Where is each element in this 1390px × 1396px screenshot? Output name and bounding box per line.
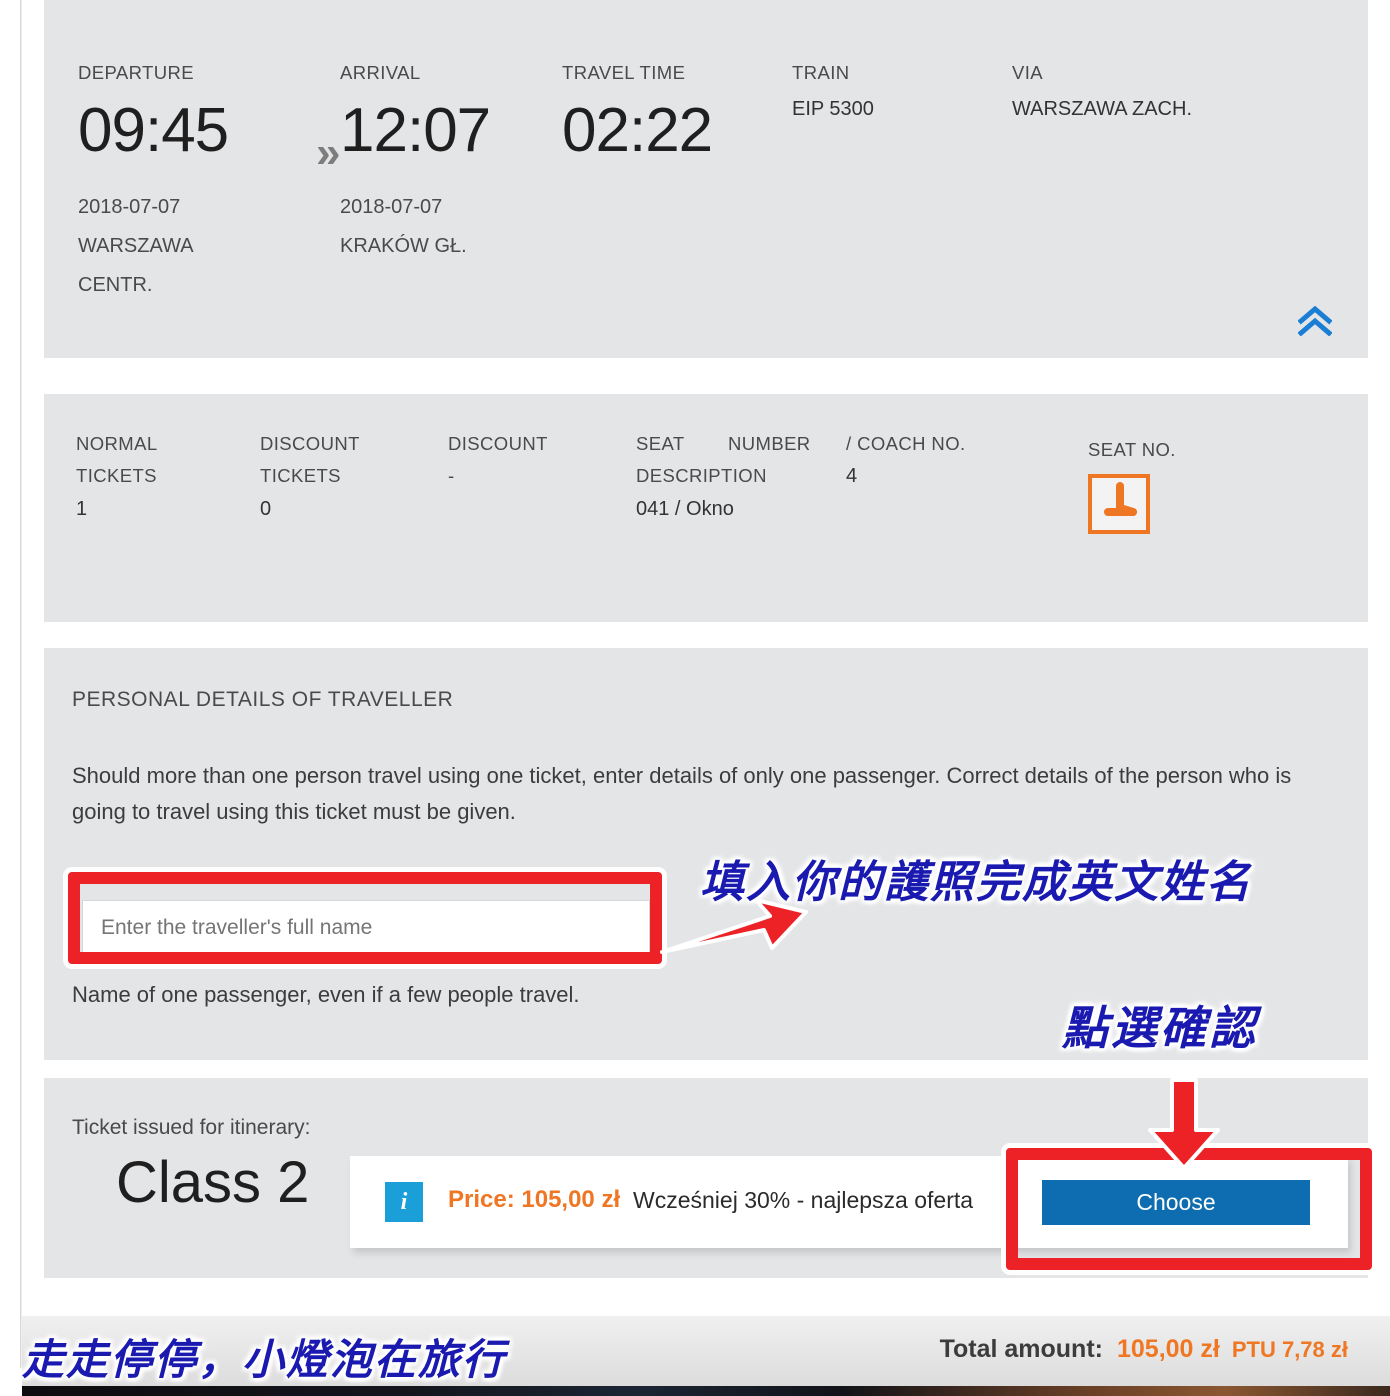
watermark-text: 走走停停，小燈泡在旅行	[22, 1335, 507, 1384]
personal-details-description: Should more than one person travel using…	[72, 763, 1292, 824]
travel-time-column: TRAVEL TIME 02:22	[562, 62, 782, 162]
arrow-down-icon	[1138, 1078, 1230, 1170]
travel-class: Class 2	[116, 1150, 310, 1215]
discount-tickets-label-2: TICKETS	[260, 465, 341, 486]
personal-details-title: PERSONAL DETAILS OF TRAVELLER	[72, 688, 454, 711]
normal-tickets-value: 1	[76, 498, 88, 520]
train-label: TRAIN	[792, 62, 850, 83]
via-column: VIA WARSZAWA ZACH.	[1012, 62, 1332, 121]
departure-date: 2018-07-07	[78, 196, 181, 218]
coach-label: / COACH NO.	[846, 433, 966, 454]
discount-label: DISCOUNT	[448, 433, 548, 454]
departure-label: DEPARTURE	[78, 62, 194, 83]
seat-label-2: DESCRIPTION	[636, 465, 767, 486]
highlight-box-name-input	[68, 872, 662, 964]
annotation-note-confirm: 點選確認	[1062, 1001, 1258, 1055]
ticket-issued-label: Ticket issued for itinerary:	[72, 1116, 311, 1139]
discount-value: -	[448, 465, 455, 486]
total-amount-value: 105,00 zł	[1116, 1335, 1220, 1363]
travel-time-value: 02:22	[562, 96, 713, 165]
seat-description-value: 041 / Okno	[636, 498, 734, 520]
traveller-name-hint: Name of one passenger, even if a few peo…	[72, 982, 580, 1007]
total-tax-value: PTU 7,78 zł	[1231, 1337, 1348, 1362]
chevron-double-up-icon[interactable]	[1297, 305, 1333, 337]
departure-time: 09:45	[78, 96, 229, 165]
seat-no-label: SEAT NO.	[1088, 439, 1176, 460]
arrival-date: 2018-07-07	[340, 196, 443, 218]
ticket-booking-page: DEPARTURE 09:45 2018-07-07 WARSZAWA CENT…	[0, 0, 1390, 1396]
arrival-label: ARRIVAL	[340, 62, 421, 83]
travel-time-label: TRAVEL TIME	[562, 62, 686, 83]
train-value: EIP 5300	[792, 98, 874, 120]
offer-price: Price: 105,00 zł	[448, 1186, 621, 1213]
via-value: WARSZAWA ZACH.	[1012, 98, 1192, 120]
normal-tickets-label-2: TICKETS	[76, 465, 157, 486]
normal-tickets-label-1: NORMAL	[76, 433, 158, 454]
train-seat-icon[interactable]	[1088, 474, 1150, 534]
info-icon: i	[385, 1182, 423, 1222]
via-label: VIA	[1012, 62, 1044, 83]
coach-column: / COACH NO. 4	[846, 428, 1066, 492]
tickets-summary-panel: NORMAL TICKETS 1 DISCOUNT TICKETS 0 DISC…	[44, 394, 1368, 622]
seat-no-column: SEAT NO.	[1088, 434, 1288, 466]
page-left-divider-inner	[21, 0, 22, 1368]
discount-tickets-column: DISCOUNT TICKETS 0	[260, 428, 440, 526]
journey-summary-panel: DEPARTURE 09:45 2018-07-07 WARSZAWA CENT…	[44, 0, 1368, 358]
departure-station-line2: CENTR.	[78, 274, 153, 296]
departure-station-line1: WARSZAWA	[78, 235, 194, 257]
direction-separator-icon: »	[316, 128, 341, 177]
arrival-time: 12:07	[340, 96, 491, 165]
normal-tickets-column: NORMAL TICKETS 1	[76, 428, 256, 526]
total-amount-group: Total amount: 105,00 zł PTU 7,78 zł	[940, 1335, 1348, 1364]
train-column: TRAIN EIP 5300	[792, 62, 992, 121]
discount-tickets-label-1: DISCOUNT	[260, 433, 360, 454]
departure-column: DEPARTURE 09:45 2018-07-07 WARSZAWA CENT…	[78, 62, 308, 305]
arrival-column: ARRIVAL 12:07 2018-07-07 KRAKÓW GŁ.	[340, 62, 556, 266]
total-amount-label: Total amount:	[939, 1335, 1103, 1363]
page-bottom-left-filler	[0, 1386, 22, 1396]
discount-tickets-value: 0	[260, 498, 272, 520]
coach-value: 4	[846, 465, 858, 487]
annotation-note-name: 填入你的護照完成英文姓名	[700, 857, 1252, 908]
offer-description: Wcześniej 30% - najlepsza oferta	[633, 1187, 974, 1213]
arrival-station: KRAKÓW GŁ.	[340, 235, 467, 257]
discount-column: DISCOUNT -	[448, 428, 628, 492]
page-bottom-photo-strip	[22, 1386, 1390, 1396]
